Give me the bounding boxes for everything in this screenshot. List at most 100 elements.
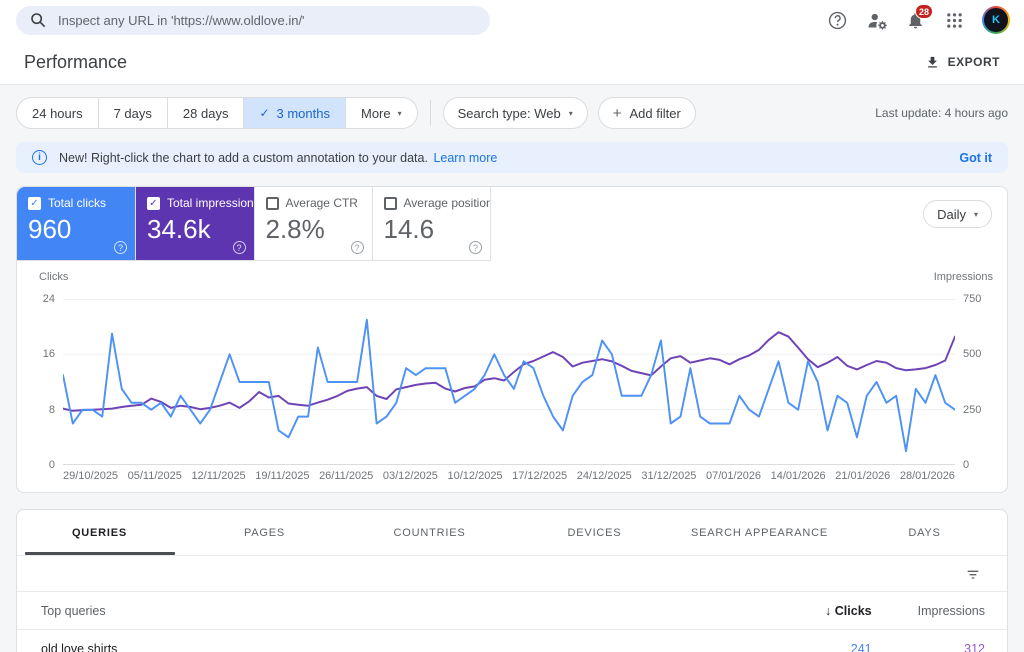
tab-countries[interactable]: COUNTRIES [347, 510, 512, 555]
last-update-text: Last update: 4 hours ago [875, 106, 1008, 120]
metric-label: Total clicks [48, 196, 107, 210]
tab-queries[interactable]: QUERIES [17, 510, 182, 555]
col-top-queries[interactable]: Top queries [17, 591, 798, 630]
page-title: Performance [24, 51, 128, 72]
got-it-button[interactable]: Got it [959, 151, 992, 165]
tab-pages[interactable]: PAGES [182, 510, 347, 555]
filter-list-icon[interactable] [965, 566, 981, 582]
range-more-dropdown[interactable]: More ▾ [345, 98, 417, 128]
metric-value: 960 [28, 214, 72, 244]
url-inspect-input[interactable]: Inspect any URL in 'https://www.oldlove.… [16, 5, 490, 35]
date-range-chip-group: 24 hours 7 days 28 days ✓ 3 months More … [16, 97, 418, 129]
dimension-tabs: QUERIES PAGES COUNTRIES DEVICES SEARCH A… [17, 510, 1007, 555]
x-tick: 10/12/2025 [447, 470, 503, 482]
banner-message: New! Right-click the chart to add a cust… [59, 150, 428, 165]
help-circle-glyph [828, 11, 846, 29]
col-impressions[interactable]: Impressions [893, 591, 1007, 630]
check-icon: ✓ [259, 106, 270, 120]
add-filter-button[interactable]: + Add filter [597, 97, 696, 129]
range-label: 3 months [276, 105, 330, 121]
main-content: 24 hours 7 days 28 days ✓ 3 months More … [0, 85, 1024, 652]
help-icon[interactable]: ? [114, 241, 127, 254]
notifications-bell-icon[interactable]: 28 [904, 4, 933, 31]
x-tick: 24/12/2025 [576, 470, 632, 482]
average-position-tile[interactable]: Average position 14.6 ? [371, 187, 490, 260]
total-impressions-tile[interactable]: ✓ Total impressions 34.6k ? [135, 187, 260, 260]
range-label: 24 hours [32, 105, 83, 121]
range-label: More [361, 105, 391, 121]
metric-label: Total impressions [167, 196, 260, 210]
info-icon: i [32, 150, 47, 165]
search-type-label: Search type: Web [457, 105, 561, 121]
table-header-row: Top queries ↓ Clicks Impressions [17, 591, 1007, 630]
right-axis-title: Impressions [933, 271, 993, 283]
search-type-dropdown[interactable]: Search type: Web ▾ [442, 97, 588, 129]
annotation-banner: i New! Right-click the chart to add a cu… [16, 142, 1008, 173]
checkbox-unchecked-icon[interactable] [265, 196, 279, 210]
query-cell[interactable]: old love shirts [17, 630, 798, 652]
top-bar: Inspect any URL in 'https://www.oldlove.… [0, 0, 1024, 40]
chart-plot-area[interactable]: 24 16 8 0 750 500 250 0 [43, 293, 982, 471]
learn-more-link[interactable]: Learn more [433, 151, 497, 165]
chart-svg [63, 299, 955, 465]
axis-titles: Clicks Impressions [27, 271, 997, 285]
granularity-dropdown[interactable]: Daily ▾ [923, 200, 992, 228]
range-28-days[interactable]: 28 days [166, 98, 244, 128]
apps-grid-icon[interactable] [943, 9, 965, 31]
chevron-down-icon: ▾ [973, 209, 978, 219]
total-clicks-tile[interactable]: ✓ Total clicks 960 ? [17, 187, 135, 260]
checkbox-unchecked-icon[interactable] [383, 196, 397, 210]
download-icon [927, 56, 937, 67]
col-clicks-sorted[interactable]: ↓ Clicks [797, 591, 894, 630]
right-tick: 0 [963, 459, 970, 471]
x-tick: 17/12/2025 [512, 470, 568, 482]
dimensions-table-card: QUERIES PAGES COUNTRIES DEVICES SEARCH A… [16, 509, 1008, 652]
range-7-days[interactable]: 7 days [97, 98, 167, 128]
x-tick: 07/01/2026 [706, 470, 762, 482]
export-button[interactable]: EXPORT [925, 55, 1000, 70]
help-icon[interactable]: ? [469, 241, 482, 254]
checkbox-checked-icon[interactable]: ✓ [28, 196, 41, 210]
time-series-chart[interactable]: Clicks Impressions 24 16 8 0 750 500 250… [27, 271, 997, 482]
left-axis-title: Clicks [39, 271, 69, 283]
x-tick: 28/01/2026 [899, 470, 955, 482]
x-tick: 14/01/2026 [770, 470, 826, 482]
clicks-value: 241 [850, 641, 872, 652]
avatar-letter: K [992, 14, 1000, 26]
add-filter-label: Add filter [629, 105, 681, 121]
help-icon[interactable]: ? [232, 241, 246, 254]
tab-days[interactable]: DAYS [842, 510, 1007, 555]
checkbox-checked-icon[interactable]: ✓ [147, 196, 160, 210]
average-ctr-tile[interactable]: Average CTR 2.8% ? [253, 187, 372, 260]
left-tick: 16 [42, 348, 55, 361]
x-tick: 21/01/2026 [835, 470, 891, 482]
x-tick: 26/11/2025 [319, 470, 374, 482]
metric-value: 14.6 [383, 214, 435, 244]
table-row[interactable]: old love shirts 241 312 [17, 630, 1007, 652]
metric-value: 2.8% [265, 214, 325, 244]
export-label: EXPORT [947, 55, 1000, 69]
range-24-hours[interactable]: 24 hours [17, 98, 98, 128]
granularity-label: Daily [937, 206, 966, 222]
help-icon[interactable] [826, 9, 848, 31]
tab-search-appearance[interactable]: SEARCH APPEARANCE [677, 510, 842, 555]
account-avatar[interactable]: K [982, 6, 1010, 34]
notification-badge: 28 [914, 4, 933, 19]
right-tick: 750 [963, 293, 982, 305]
metric-tiles: ✓ Total clicks 960 ? ✓ Total impressions… [17, 187, 491, 261]
help-icon[interactable]: ? [350, 241, 364, 254]
clicks-line [63, 318, 955, 453]
performance-chart-card: ✓ Total clicks 960 ? ✓ Total impressions… [16, 186, 1008, 493]
range-3-months-selected[interactable]: ✓ 3 months [243, 98, 345, 128]
x-tick: 12/11/2025 [191, 470, 246, 482]
divider [429, 100, 431, 126]
clicks-header-label: Clicks [834, 603, 872, 618]
topbar-actions: 28 K [826, 4, 1010, 34]
plus-icon: + [612, 104, 622, 122]
tab-devices[interactable]: DEVICES [512, 510, 677, 555]
chevron-down-icon: ▾ [568, 108, 573, 118]
banner-text: New! Right-click the chart to add a cust… [59, 151, 497, 165]
user-settings-icon[interactable] [865, 9, 887, 31]
left-tick: 0 [48, 459, 55, 471]
x-axis-labels: 29/10/2025 05/11/2025 12/11/2025 19/11/2… [63, 470, 955, 482]
